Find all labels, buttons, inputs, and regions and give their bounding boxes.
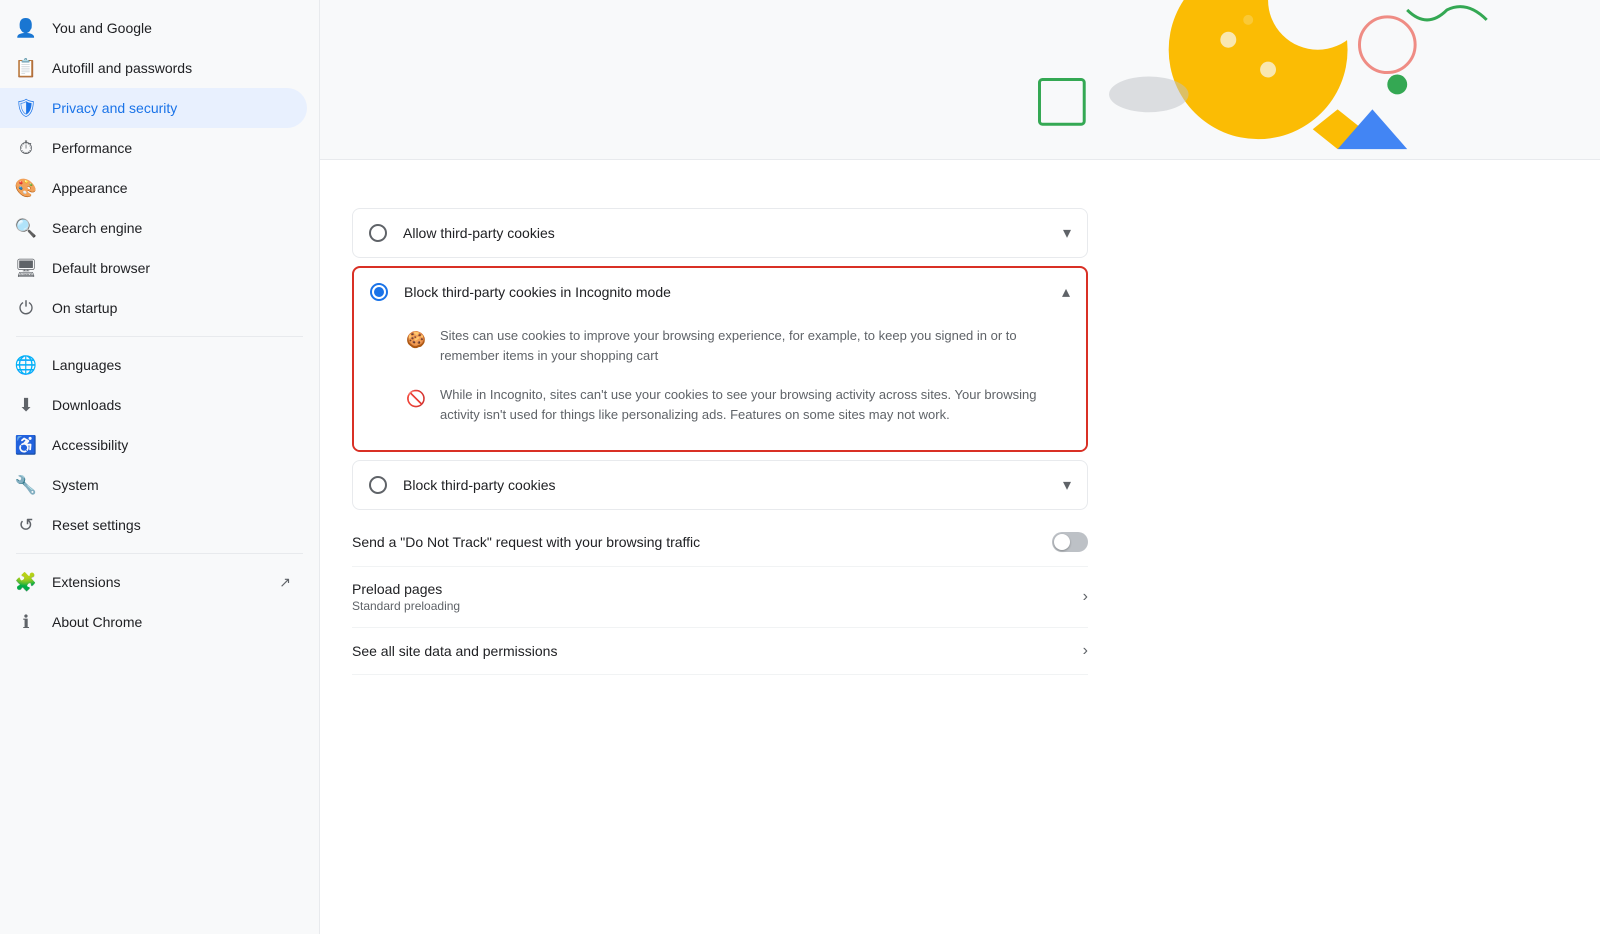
sidebar-item-reset-settings[interactable]: ↺ Reset settings: [0, 505, 307, 545]
performance-icon: ⏱: [16, 138, 36, 158]
sidebar-item-downloads[interactable]: ⬇ Downloads: [0, 385, 307, 425]
sidebar-item-performance[interactable]: ⏱ Performance: [0, 128, 307, 168]
expanded-text-0: Sites can use cookies to improve your br…: [440, 326, 1070, 365]
expanded-item-1: 🚫 While in Incognito, sites can't use yo…: [404, 375, 1070, 434]
you-and-google-label: You and Google: [52, 20, 291, 36]
chevron-allow: ▾: [1063, 223, 1071, 243]
accessibility-icon: ♿: [16, 435, 36, 455]
downloads-icon: ⬇: [16, 395, 36, 415]
appearance-icon: 🎨: [16, 178, 36, 198]
privacy-icon: 🛡: [16, 98, 36, 118]
expanded-icon-0: 🍪: [404, 328, 428, 352]
on-startup-icon: ⏻: [16, 298, 36, 318]
system-label: System: [52, 477, 291, 493]
default-browser-label: Default browser: [52, 260, 291, 276]
settings-row-label-preload-pages: Preload pages: [352, 581, 460, 597]
radio-option-block-incognito[interactable]: Block third-party cookies in Incognito m…: [352, 266, 1088, 452]
you-and-google-icon: 👤: [16, 18, 36, 38]
radio-label-allow: Allow third-party cookies: [403, 225, 1063, 241]
settings-row-do-not-track[interactable]: Send a "Do Not Track" request with your …: [352, 518, 1088, 567]
toggle-do-not-track[interactable]: [1052, 532, 1088, 552]
settings-row-preload-pages[interactable]: Preload pages Standard preloading ›: [352, 567, 1088, 628]
sidebar-item-appearance[interactable]: 🎨 Appearance: [0, 168, 307, 208]
languages-icon: 🌐: [16, 355, 36, 375]
radio-circle-block: [369, 476, 387, 494]
illustration-area: [320, 0, 1600, 160]
autofill-icon: 📋: [16, 58, 36, 78]
languages-label: Languages: [52, 357, 291, 373]
radio-option-block[interactable]: Block third-party cookies ▾: [352, 460, 1088, 510]
performance-label: Performance: [52, 140, 291, 156]
chevron-block-incognito: ▴: [1062, 282, 1070, 302]
privacy-label: Privacy and security: [52, 100, 291, 116]
extensions-external-icon: ↗: [279, 574, 291, 591]
sidebar: 👤 You and Google 📋 Autofill and password…: [0, 0, 320, 934]
settings-row-label-do-not-track: Send a "Do Not Track" request with your …: [352, 534, 700, 550]
radio-options: Allow third-party cookies ▾ Block third-…: [352, 208, 1088, 510]
sidebar-item-extensions[interactable]: 🧩 Extensions ↗: [0, 562, 307, 602]
radio-header-block-incognito[interactable]: Block third-party cookies in Incognito m…: [354, 268, 1086, 316]
extensions-label: Extensions: [52, 574, 263, 590]
about-chrome-label: About Chrome: [52, 614, 291, 630]
sidebar-item-default-browser[interactable]: 🖥 Default browser: [0, 248, 307, 288]
default-browser-icon: 🖥: [16, 258, 36, 278]
sidebar-item-system[interactable]: 🔧 System: [0, 465, 307, 505]
appearance-label: Appearance: [52, 180, 291, 196]
sidebar-item-privacy[interactable]: 🛡 Privacy and security: [0, 88, 307, 128]
search-engine-label: Search engine: [52, 220, 291, 236]
accessibility-label: Accessibility: [52, 437, 291, 453]
sidebar-item-accessibility[interactable]: ♿ Accessibility: [0, 425, 307, 465]
downloads-label: Downloads: [52, 397, 291, 413]
sidebar-item-on-startup[interactable]: ⏻ On startup: [0, 288, 307, 328]
sidebar-item-search-engine[interactable]: 🔍 Search engine: [0, 208, 307, 248]
expanded-item-0: 🍪 Sites can use cookies to improve your …: [404, 316, 1070, 375]
settings-row-site-data[interactable]: See all site data and permissions ›: [352, 628, 1088, 675]
settings-row-label-block-preload-pages: Preload pages Standard preloading: [352, 581, 460, 613]
radio-circle-block-incognito: [370, 283, 388, 301]
about-chrome-icon: ℹ: [16, 612, 36, 632]
settings-rows: Send a "Do Not Track" request with your …: [352, 518, 1088, 675]
radio-option-allow[interactable]: Allow third-party cookies ▾: [352, 208, 1088, 258]
search-engine-icon: 🔍: [16, 218, 36, 238]
radio-label-block: Block third-party cookies: [403, 477, 1063, 493]
autofill-label: Autofill and passwords: [52, 60, 291, 76]
on-startup-label: On startup: [52, 300, 291, 316]
content-area: Allow third-party cookies ▾ Block third-…: [320, 160, 1120, 699]
main-content: Allow third-party cookies ▾ Block third-…: [320, 0, 1600, 934]
sidebar-item-about-chrome[interactable]: ℹ About Chrome: [0, 602, 307, 642]
sidebar-divider-2: [16, 553, 303, 554]
settings-row-label-site-data: See all site data and permissions: [352, 643, 557, 659]
radio-expanded-content-block-incognito: 🍪 Sites can use cookies to improve your …: [354, 316, 1086, 450]
sidebar-item-you-and-google[interactable]: 👤 You and Google: [0, 8, 307, 48]
expanded-icon-1: 🚫: [404, 387, 428, 411]
chevron-block: ▾: [1063, 475, 1071, 495]
expanded-text-1: While in Incognito, sites can't use your…: [440, 385, 1070, 424]
extensions-icon: 🧩: [16, 572, 36, 592]
reset-settings-label: Reset settings: [52, 517, 291, 533]
sidebar-item-languages[interactable]: 🌐 Languages: [0, 345, 307, 385]
radio-circle-allow: [369, 224, 387, 242]
system-icon: 🔧: [16, 475, 36, 495]
settings-row-sublabel-preload-pages: Standard preloading: [352, 599, 460, 613]
reset-settings-icon: ↺: [16, 515, 36, 535]
arrow-site-data: ›: [1083, 642, 1088, 660]
arrow-preload-pages: ›: [1083, 588, 1088, 606]
radio-label-block-incognito: Block third-party cookies in Incognito m…: [404, 284, 1062, 300]
sidebar-item-autofill[interactable]: 📋 Autofill and passwords: [0, 48, 307, 88]
sidebar-divider-1: [16, 336, 303, 337]
